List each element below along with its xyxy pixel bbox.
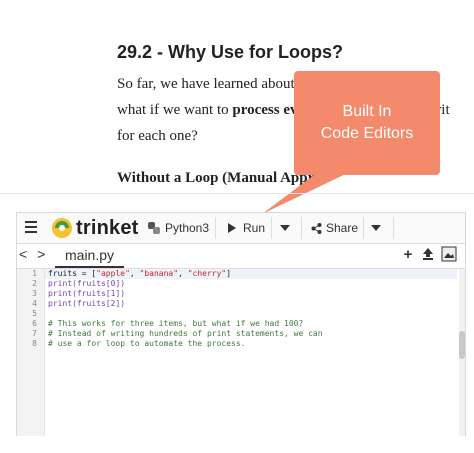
play-icon (228, 223, 236, 233)
editor-scrollbar[interactable] (459, 269, 465, 436)
language-label: Python3 (165, 221, 210, 235)
file-tabbar: < > main.py + (17, 244, 465, 268)
toolbar-separator (215, 217, 216, 239)
code-line: 4 print(fruits[2]) (17, 299, 457, 309)
toolbar-separator (363, 217, 364, 239)
share-label: Share (326, 221, 359, 235)
code-token: (fruits[2]) (72, 299, 126, 308)
code-line: 3 print(fruits[1]) (17, 289, 457, 299)
line-number: 7 (32, 329, 37, 338)
chevron-down-icon (371, 225, 381, 231)
code-token: fruits = [ (48, 269, 97, 278)
code-text: print(fruits[0]) (48, 279, 125, 289)
code-line: 6 # This works for three items, but what … (17, 319, 457, 329)
toolbar-separator (393, 217, 394, 239)
code-line: 2 print(fruits[0]) (17, 279, 457, 289)
tab-main-py[interactable]: main.py (55, 244, 125, 268)
plus-icon[interactable]: + (401, 246, 415, 263)
code-editor[interactable]: 1 fruits = ["apple", "banana", "cherry"] 2… (17, 268, 465, 436)
line-number: 4 (32, 299, 37, 308)
code-text: # Instead of writing hundreds of print s… (48, 329, 323, 339)
image-icon[interactable] (441, 246, 457, 262)
run-button[interactable]: Run (227, 213, 265, 243)
code-token: print (48, 289, 73, 298)
code-token: , (129, 269, 140, 278)
subheading: Without a Loop (Manual Appro (117, 170, 322, 186)
callout-line-2: Code Editors (320, 125, 414, 142)
code-token: # use a for loop to automate the process… (48, 339, 246, 348)
code-token: # Instead of writing hundreds of print s… (48, 329, 323, 338)
para-line-3: for each one? (117, 128, 198, 144)
para-line-1: So far, we have learned about (117, 76, 295, 92)
callout-box: Built In Code Editors (294, 71, 440, 175)
divider (0, 193, 474, 194)
code-text: # This works for three items, but what i… (48, 319, 303, 329)
tab-nav-arrows[interactable]: < > (19, 246, 48, 262)
share-options-button[interactable] (371, 213, 381, 243)
code-token: "cherry" (187, 269, 227, 278)
run-label: Run (243, 221, 266, 235)
code-line: 8 # use a for loop to automate the proces… (17, 339, 457, 349)
share-button[interactable]: Share (311, 213, 358, 243)
scrollbar-thumb[interactable] (459, 331, 465, 359)
trinket-editor: trinket Python3 Run Share < > main.py + … (16, 212, 466, 436)
para-line-2: what if we want to (117, 102, 233, 118)
line-number: 8 (32, 339, 37, 348)
toolbar: trinket Python3 Run Share (17, 213, 465, 244)
code-line: 7 # Instead of writing hundreds of print … (17, 329, 457, 339)
code-token: ] (226, 269, 232, 278)
para-line-2-bold: process ev (232, 102, 298, 118)
share-icon (311, 222, 322, 234)
toolbar-separator (301, 217, 302, 239)
language-selector[interactable]: Python3 (147, 213, 209, 243)
code-text: print(fruits[1]) (48, 289, 125, 299)
callout-line-1: Built In (342, 103, 392, 120)
code-token: (fruits[0]) (72, 279, 126, 288)
code-line: 1 fruits = ["apple", "banana", "cherry"] (17, 269, 457, 279)
line-number: 3 (32, 289, 37, 298)
trinket-logo[interactable]: trinket (51, 216, 139, 240)
section-heading: 29.2 - Why Use for Loops? (117, 42, 344, 62)
line-number: 1 (32, 269, 37, 278)
menu-icon[interactable] (25, 221, 37, 235)
python-icon (148, 222, 160, 234)
brand-name: trinket (76, 216, 139, 239)
line-number: 6 (32, 319, 37, 328)
code-line: 5 (17, 309, 457, 319)
code-token: print (48, 299, 73, 308)
code-token: (fruits[1]) (72, 289, 126, 298)
code-text: print(fruits[2]) (48, 299, 125, 309)
code-token: , (178, 269, 188, 278)
toolbar-separator (271, 217, 272, 239)
run-options-button[interactable] (280, 213, 290, 243)
line-number: 5 (32, 309, 37, 318)
chevron-down-icon (280, 225, 290, 231)
code-token: "apple" (96, 269, 130, 278)
code-text: fruits = ["apple", "banana", "cherry"] (48, 269, 231, 279)
line-number: 2 (32, 279, 37, 288)
code-text: # use a for loop to automate the process… (48, 339, 245, 349)
trinket-logo-icon (52, 218, 72, 238)
code-token: "banana" (139, 269, 179, 278)
upload-icon[interactable] (421, 246, 435, 262)
tab-actions: + (401, 246, 457, 263)
code-token: print (48, 279, 73, 288)
code-token: # This works for three items, but what i… (48, 319, 304, 328)
